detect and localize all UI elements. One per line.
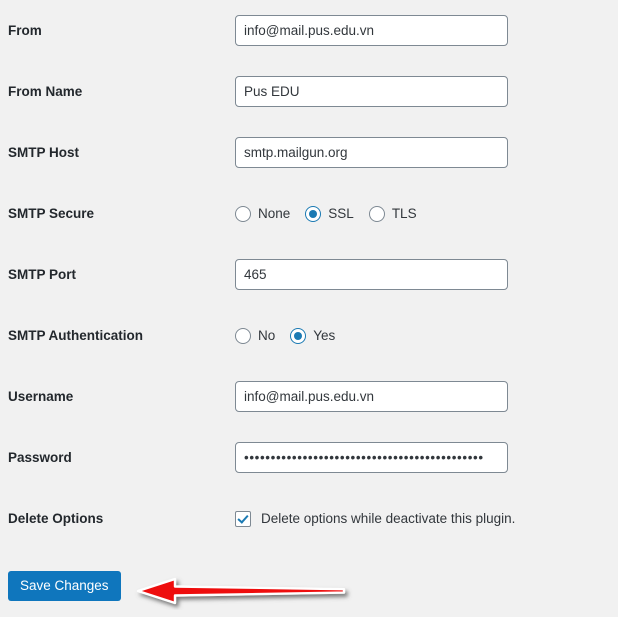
label-from-name: From Name <box>8 83 83 99</box>
radio-circle-icon[interactable] <box>235 327 251 344</box>
from-input[interactable] <box>235 15 508 46</box>
delete-options-checkbox-row[interactable]: Delete options while deactivate this plu… <box>235 510 618 527</box>
field-password <box>235 427 618 488</box>
label-username: Username <box>8 388 74 404</box>
from-name-input[interactable] <box>235 76 508 107</box>
label-smtp-secure: SMTP Secure <box>8 205 95 221</box>
field-smtp-port <box>235 244 618 305</box>
form-row-password: Password <box>0 427 618 488</box>
label-smtp-port: SMTP Port <box>8 266 77 282</box>
save-changes-button[interactable]: Save Changes <box>8 571 121 601</box>
field-delete-options: Delete options while deactivate this plu… <box>235 488 618 549</box>
label-from: From <box>8 22 42 38</box>
field-username <box>235 366 618 427</box>
form-row-smtp-authentication: SMTP Authentication No Yes <box>0 305 618 366</box>
radio-label-ssl: SSL <box>328 206 354 221</box>
radio-label-none: None <box>258 206 291 221</box>
form-row-smtp-secure: SMTP Secure None SSL TLS <box>0 183 618 244</box>
smtp-host-input[interactable] <box>235 137 508 168</box>
smtp-secure-radio-group: None SSL TLS <box>235 205 618 222</box>
radio-label-yes: Yes <box>313 328 336 343</box>
field-from-name <box>235 61 618 122</box>
radio-circle-icon[interactable] <box>368 205 385 222</box>
radio-circle-selected-icon[interactable] <box>290 327 307 344</box>
smtp-authentication-radio-group: No Yes <box>235 327 618 344</box>
form-row-from: From <box>0 0 618 61</box>
smtp-settings-form: From From Name SMTP Host SMTP Secure <box>0 0 618 549</box>
form-row-smtp-port: SMTP Port <box>0 244 618 305</box>
label-smtp-host: SMTP Host <box>8 144 80 160</box>
smtp-port-input[interactable] <box>235 259 508 290</box>
form-row-from-name: From Name <box>0 61 618 122</box>
arrow-left-annotation-icon <box>136 577 346 605</box>
radio-option-none[interactable]: None <box>235 205 291 222</box>
form-row-smtp-host: SMTP Host <box>0 122 618 183</box>
field-smtp-host <box>235 122 618 183</box>
label-smtp-authentication: SMTP Authentication <box>8 327 143 343</box>
checkbox-checked-icon[interactable] <box>235 510 251 527</box>
radio-option-ssl[interactable]: SSL <box>305 205 354 222</box>
radio-circle-icon[interactable] <box>235 205 251 222</box>
field-smtp-authentication: No Yes <box>235 305 618 366</box>
form-row-delete-options: Delete Options Delete options while deac… <box>0 488 618 549</box>
password-input[interactable] <box>235 442 508 473</box>
radio-option-tls[interactable]: TLS <box>368 205 417 222</box>
field-from <box>235 0 618 61</box>
form-row-username: Username <box>0 366 618 427</box>
radio-label-no: No <box>258 328 276 343</box>
save-area: Save Changes <box>8 571 121 601</box>
radio-option-no[interactable]: No <box>235 327 276 344</box>
username-input[interactable] <box>235 381 508 412</box>
radio-label-tls: TLS <box>391 206 417 221</box>
delete-options-checkbox-label: Delete options while deactivate this plu… <box>261 511 516 526</box>
label-delete-options: Delete Options <box>8 510 104 526</box>
radio-option-yes[interactable]: Yes <box>290 327 336 344</box>
label-password: Password <box>8 449 72 465</box>
field-smtp-secure: None SSL TLS <box>235 183 618 244</box>
radio-circle-selected-icon[interactable] <box>305 205 322 222</box>
